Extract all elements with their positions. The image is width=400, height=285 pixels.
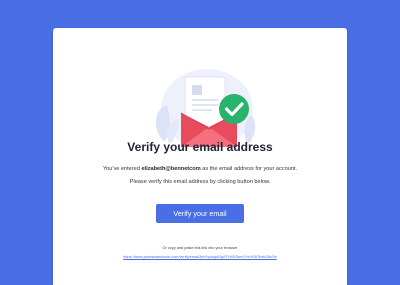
page-title: Verify your email address: [127, 140, 273, 154]
copy-instructions: Or copy and paste this link into your br…: [162, 246, 238, 250]
message-suffix: as the email address for your account.: [200, 166, 298, 172]
message-line-1: You've entered elizabeth@bennetcom as th…: [53, 166, 347, 172]
verification-link[interactable]: https://www.janeaustenlover.com/verify/e…: [53, 255, 347, 259]
document-line: [192, 99, 218, 101]
check-badge: [219, 94, 249, 124]
email-address: elizabeth@bennetcom: [141, 166, 201, 172]
email-card: Verify your email address You've entered…: [53, 28, 347, 285]
message-line-2: Please verify this email address by clic…: [129, 179, 271, 185]
message-prefix: You've entered: [102, 166, 142, 172]
document-photo: [192, 85, 202, 95]
verify-email-button[interactable]: Verify your email: [156, 204, 244, 223]
document-line: [192, 104, 218, 106]
document-line: [192, 109, 212, 111]
